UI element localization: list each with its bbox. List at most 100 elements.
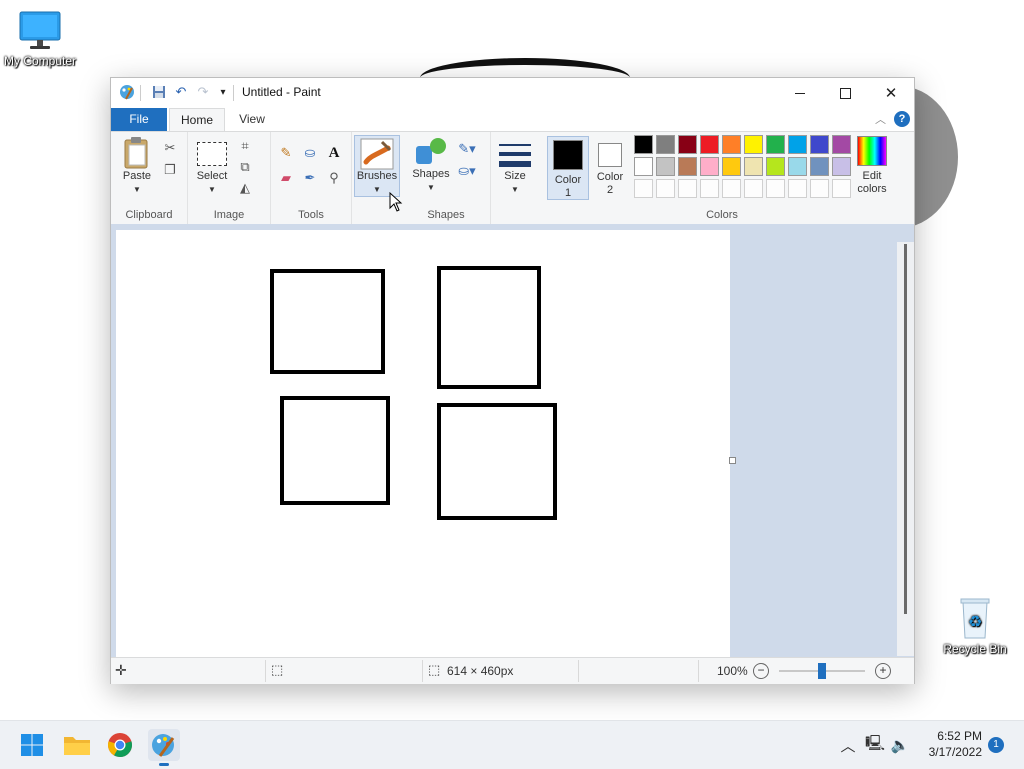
- color-picker-icon[interactable]: ✒: [301, 169, 319, 187]
- group-label-tools: Tools: [298, 209, 324, 221]
- active-app-indicator: [159, 763, 169, 766]
- edit-colors-button[interactable]: Edit colors: [852, 136, 892, 196]
- canvas-resize-handle[interactable]: [729, 457, 736, 464]
- taskbar-paint[interactable]: [148, 729, 180, 766]
- network-icon[interactable]: 🖳: [864, 721, 886, 769]
- palette-swatch[interactable]: [810, 157, 829, 176]
- notification-badge[interactable]: 1: [988, 737, 1004, 753]
- zoom-in-button[interactable]: +: [875, 663, 891, 679]
- palette-swatch[interactable]: [634, 135, 653, 154]
- group-label-colors: Colors: [706, 209, 738, 221]
- customize-toolbar-icon[interactable]: ▾: [215, 84, 231, 100]
- minimize-icon: [795, 92, 805, 94]
- desktop-icon-recycle-bin[interactable]: ♻ Recycle Bin: [935, 596, 1015, 656]
- chevron-down-icon: ▼: [133, 185, 141, 194]
- palette-swatch[interactable]: [832, 135, 851, 154]
- cut-icon[interactable]: ✂: [161, 139, 179, 157]
- show-hidden-icons-button[interactable]: ︿: [838, 721, 858, 769]
- outline-icon[interactable]: ✎▾: [458, 140, 476, 158]
- paste-button[interactable]: Paste ▼: [117, 136, 157, 196]
- vertical-scrollbar[interactable]: [897, 242, 914, 656]
- palette-swatch[interactable]: [744, 135, 763, 154]
- fill-bucket-icon[interactable]: ⛀: [301, 144, 319, 162]
- color1-swatch: [553, 140, 583, 170]
- tab-view[interactable]: View: [229, 108, 275, 131]
- close-button[interactable]: ✕: [868, 78, 914, 108]
- shapes-icon: [416, 138, 446, 164]
- palette-swatch[interactable]: [678, 135, 697, 154]
- undo-icon[interactable]: ↶: [173, 84, 189, 100]
- title-bar[interactable]: ↶ ↷ ▾ Untitled - Paint ✕: [111, 78, 914, 108]
- eraser-icon[interactable]: ▰: [277, 169, 295, 187]
- zoom-out-button[interactable]: −: [753, 663, 769, 679]
- palette-swatch[interactable]: [832, 157, 851, 176]
- zoom-slider[interactable]: [779, 663, 865, 679]
- volume-icon[interactable]: 🔈: [889, 721, 911, 769]
- palette-swatch[interactable]: [810, 135, 829, 154]
- palette-swatch-empty[interactable]: [656, 179, 675, 198]
- group-shapes: Shapes ▼ ✎▾ ⛀▾ Shapes: [402, 132, 491, 224]
- palette-swatch[interactable]: [766, 135, 785, 154]
- palette-swatch[interactable]: [656, 157, 675, 176]
- palette-swatch-empty[interactable]: [634, 179, 653, 198]
- magnifier-icon[interactable]: ⚲: [325, 169, 343, 187]
- minimize-button[interactable]: [777, 78, 823, 108]
- select-button[interactable]: Select ▼: [192, 136, 232, 196]
- taskbar-chrome[interactable]: [104, 729, 136, 761]
- palette-swatch[interactable]: [634, 157, 653, 176]
- palette-swatch-empty[interactable]: [700, 179, 719, 198]
- shapes-button[interactable]: Shapes ▼: [410, 136, 452, 194]
- scrollbar-thumb[interactable]: [904, 244, 907, 614]
- help-icon[interactable]: ?: [894, 111, 910, 127]
- drawing-canvas[interactable]: [116, 230, 730, 657]
- palette-swatch[interactable]: [700, 135, 719, 154]
- brushes-button[interactable]: Brushes ▼: [354, 135, 400, 197]
- clock-date: 3/17/2022: [928, 745, 982, 759]
- palette-swatch-empty[interactable]: [678, 179, 697, 198]
- canvas-area: [111, 224, 914, 657]
- zoom-slider-thumb[interactable]: [818, 663, 826, 679]
- palette-swatch-empty[interactable]: [722, 179, 741, 198]
- tab-home[interactable]: Home: [169, 108, 225, 131]
- palette-swatch[interactable]: [788, 135, 807, 154]
- palette-swatch[interactable]: [722, 135, 741, 154]
- shapes-label: Shapes: [412, 168, 450, 180]
- color1-button[interactable]: Color 1: [547, 136, 589, 200]
- palette-swatch[interactable]: [656, 135, 675, 154]
- maximize-button[interactable]: [822, 78, 868, 108]
- palette-swatch-empty[interactable]: [766, 179, 785, 198]
- paint-app-icon[interactable]: [119, 84, 135, 100]
- palette-swatch-empty[interactable]: [788, 179, 807, 198]
- crop-icon[interactable]: ⌗: [236, 137, 254, 155]
- clock-time: 6:52 PM: [937, 729, 982, 743]
- pencil-icon[interactable]: ✎: [277, 144, 295, 162]
- group-size: Size ▼: [491, 132, 543, 224]
- resize-icon[interactable]: ⧉: [236, 158, 254, 176]
- start-button[interactable]: [16, 729, 48, 761]
- palette-swatch[interactable]: [766, 157, 785, 176]
- palette-swatch[interactable]: [744, 157, 763, 176]
- redo-icon[interactable]: ↷: [195, 84, 211, 100]
- edit-colors-label: Edit: [862, 170, 882, 182]
- collapse-ribbon-icon[interactable]: ︿: [875, 111, 886, 127]
- size-button[interactable]: Size ▼: [497, 140, 533, 196]
- rotate-icon[interactable]: ◭: [236, 179, 254, 197]
- fill-icon[interactable]: ⛀▾: [458, 162, 476, 180]
- tab-file[interactable]: File: [111, 108, 167, 131]
- palette-swatch-empty[interactable]: [832, 179, 851, 198]
- save-icon[interactable]: [151, 84, 167, 100]
- palette-swatch-empty[interactable]: [744, 179, 763, 198]
- palette-swatch[interactable]: [700, 157, 719, 176]
- copy-icon[interactable]: ❐: [161, 161, 179, 179]
- palette-swatch[interactable]: [788, 157, 807, 176]
- desktop-icon-my-computer[interactable]: My Computer: [0, 10, 80, 68]
- canvas-size-icon: ⬚: [428, 662, 441, 677]
- color2-button[interactable]: Color 2: [590, 136, 630, 198]
- palette-swatch-empty[interactable]: [810, 179, 829, 198]
- clock[interactable]: 6:52 PM 3/17/2022: [916, 728, 982, 760]
- windows-logo-icon: [21, 734, 43, 756]
- palette-swatch[interactable]: [722, 157, 741, 176]
- palette-swatch[interactable]: [678, 157, 697, 176]
- taskbar-file-explorer[interactable]: [61, 729, 93, 761]
- text-tool-icon[interactable]: A: [325, 144, 343, 162]
